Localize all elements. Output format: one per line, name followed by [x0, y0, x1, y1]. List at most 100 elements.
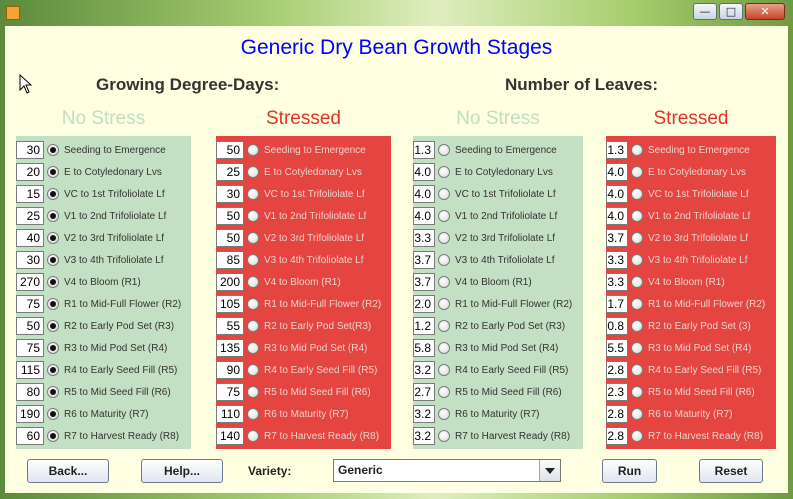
stage-value-field[interactable]: 105 [216, 295, 244, 313]
stage-value-field[interactable]: 3.3 [606, 273, 628, 291]
stage-value-field[interactable]: 3.7 [413, 251, 435, 269]
stage-value-field[interactable]: 135 [216, 339, 244, 357]
stage-radio-button[interactable] [438, 188, 450, 200]
stage-value-field[interactable]: 3.7 [606, 229, 628, 247]
stage-value-field[interactable]: 40 [16, 229, 44, 247]
stage-radio-button[interactable] [47, 298, 59, 310]
stage-value-field[interactable]: 3.3 [606, 251, 628, 269]
stage-radio-button[interactable] [631, 166, 643, 178]
stage-value-field[interactable]: 190 [16, 405, 44, 423]
stage-radio-button[interactable] [631, 232, 643, 244]
stage-value-field[interactable]: 50 [216, 207, 244, 225]
stage-radio-button[interactable] [631, 320, 643, 332]
close-button[interactable]: ✕ [745, 3, 785, 20]
stage-value-field[interactable]: 30 [216, 185, 244, 203]
stage-radio-button[interactable] [47, 232, 59, 244]
stage-value-field[interactable]: 55 [216, 317, 244, 335]
stage-value-field[interactable]: 80 [16, 383, 44, 401]
stage-value-field[interactable]: 2.8 [606, 361, 628, 379]
stage-radio-button[interactable] [47, 144, 59, 156]
stage-radio-button[interactable] [247, 166, 259, 178]
stage-radio-button[interactable] [438, 408, 450, 420]
stage-value-field[interactable]: 1.3 [606, 141, 628, 159]
stage-radio-button[interactable] [631, 276, 643, 288]
stage-radio-button[interactable] [47, 188, 59, 200]
stage-radio-button[interactable] [247, 386, 259, 398]
stage-value-field[interactable]: 0.8 [606, 317, 628, 335]
stage-radio-button[interactable] [631, 408, 643, 420]
stage-value-field[interactable]: 140 [216, 427, 244, 445]
stage-value-field[interactable]: 75 [16, 339, 44, 357]
stage-radio-button[interactable] [631, 386, 643, 398]
stage-value-field[interactable]: 15 [16, 185, 44, 203]
stage-radio-button[interactable] [247, 320, 259, 332]
stage-radio-button[interactable] [247, 408, 259, 420]
stage-value-field[interactable]: 270 [16, 273, 44, 291]
help-button[interactable]: Help... [141, 459, 223, 483]
stage-radio-button[interactable] [247, 276, 259, 288]
stage-radio-button[interactable] [47, 276, 59, 288]
stage-radio-button[interactable] [247, 298, 259, 310]
stage-value-field[interactable]: 3.2 [413, 427, 435, 445]
stage-radio-button[interactable] [47, 254, 59, 266]
stage-radio-button[interactable] [438, 320, 450, 332]
stage-value-field[interactable]: 3.7 [413, 273, 435, 291]
stage-radio-button[interactable] [631, 254, 643, 266]
stage-radio-button[interactable] [438, 364, 450, 376]
stage-radio-button[interactable] [247, 430, 259, 442]
stage-radio-button[interactable] [438, 210, 450, 222]
stage-value-field[interactable]: 110 [216, 405, 244, 423]
stage-radio-button[interactable] [438, 276, 450, 288]
stage-value-field[interactable]: 75 [216, 383, 244, 401]
stage-radio-button[interactable] [247, 254, 259, 266]
stage-radio-button[interactable] [631, 298, 643, 310]
stage-radio-button[interactable] [438, 430, 450, 442]
stage-value-field[interactable]: 5.5 [606, 339, 628, 357]
stage-radio-button[interactable] [247, 188, 259, 200]
stage-value-field[interactable]: 50 [216, 229, 244, 247]
stage-value-field[interactable]: 2.0 [413, 295, 435, 313]
stage-value-field[interactable]: 85 [216, 251, 244, 269]
stage-value-field[interactable]: 1.7 [606, 295, 628, 313]
stage-radio-button[interactable] [631, 430, 643, 442]
stage-radio-button[interactable] [47, 430, 59, 442]
stage-value-field[interactable]: 1.2 [413, 317, 435, 335]
stage-value-field[interactable]: 75 [16, 295, 44, 313]
stage-value-field[interactable]: 200 [216, 273, 244, 291]
stage-value-field[interactable]: 4.0 [606, 185, 628, 203]
stage-radio-button[interactable] [47, 364, 59, 376]
stage-value-field[interactable]: 30 [16, 141, 44, 159]
stage-value-field[interactable]: 2.3 [606, 383, 628, 401]
stage-value-field[interactable]: 4.0 [413, 185, 435, 203]
stage-radio-button[interactable] [247, 364, 259, 376]
stage-radio-button[interactable] [438, 254, 450, 266]
stage-radio-button[interactable] [47, 166, 59, 178]
stage-value-field[interactable]: 2.8 [606, 405, 628, 423]
stage-radio-button[interactable] [631, 144, 643, 156]
stage-radio-button[interactable] [47, 210, 59, 222]
stage-value-field[interactable]: 50 [16, 317, 44, 335]
stage-radio-button[interactable] [247, 144, 259, 156]
stage-radio-button[interactable] [438, 298, 450, 310]
back-button[interactable]: Back... [27, 459, 109, 483]
stage-value-field[interactable]: 2.8 [606, 427, 628, 445]
stage-value-field[interactable]: 4.0 [606, 163, 628, 181]
chevron-down-icon[interactable] [539, 460, 560, 481]
run-button[interactable]: Run [602, 459, 657, 483]
stage-value-field[interactable]: 90 [216, 361, 244, 379]
stage-value-field[interactable]: 60 [16, 427, 44, 445]
stage-radio-button[interactable] [438, 144, 450, 156]
stage-value-field[interactable]: 2.7 [413, 383, 435, 401]
stage-value-field[interactable]: 4.0 [413, 207, 435, 225]
stage-radio-button[interactable] [247, 232, 259, 244]
stage-value-field[interactable]: 30 [16, 251, 44, 269]
stage-value-field[interactable]: 20 [16, 163, 44, 181]
stage-radio-button[interactable] [438, 232, 450, 244]
variety-dropdown[interactable]: Generic [333, 459, 561, 482]
stage-value-field[interactable]: 3.3 [413, 229, 435, 247]
stage-radio-button[interactable] [631, 364, 643, 376]
stage-radio-button[interactable] [631, 188, 643, 200]
stage-radio-button[interactable] [438, 342, 450, 354]
stage-value-field[interactable]: 50 [216, 141, 244, 159]
stage-value-field[interactable]: 25 [16, 207, 44, 225]
